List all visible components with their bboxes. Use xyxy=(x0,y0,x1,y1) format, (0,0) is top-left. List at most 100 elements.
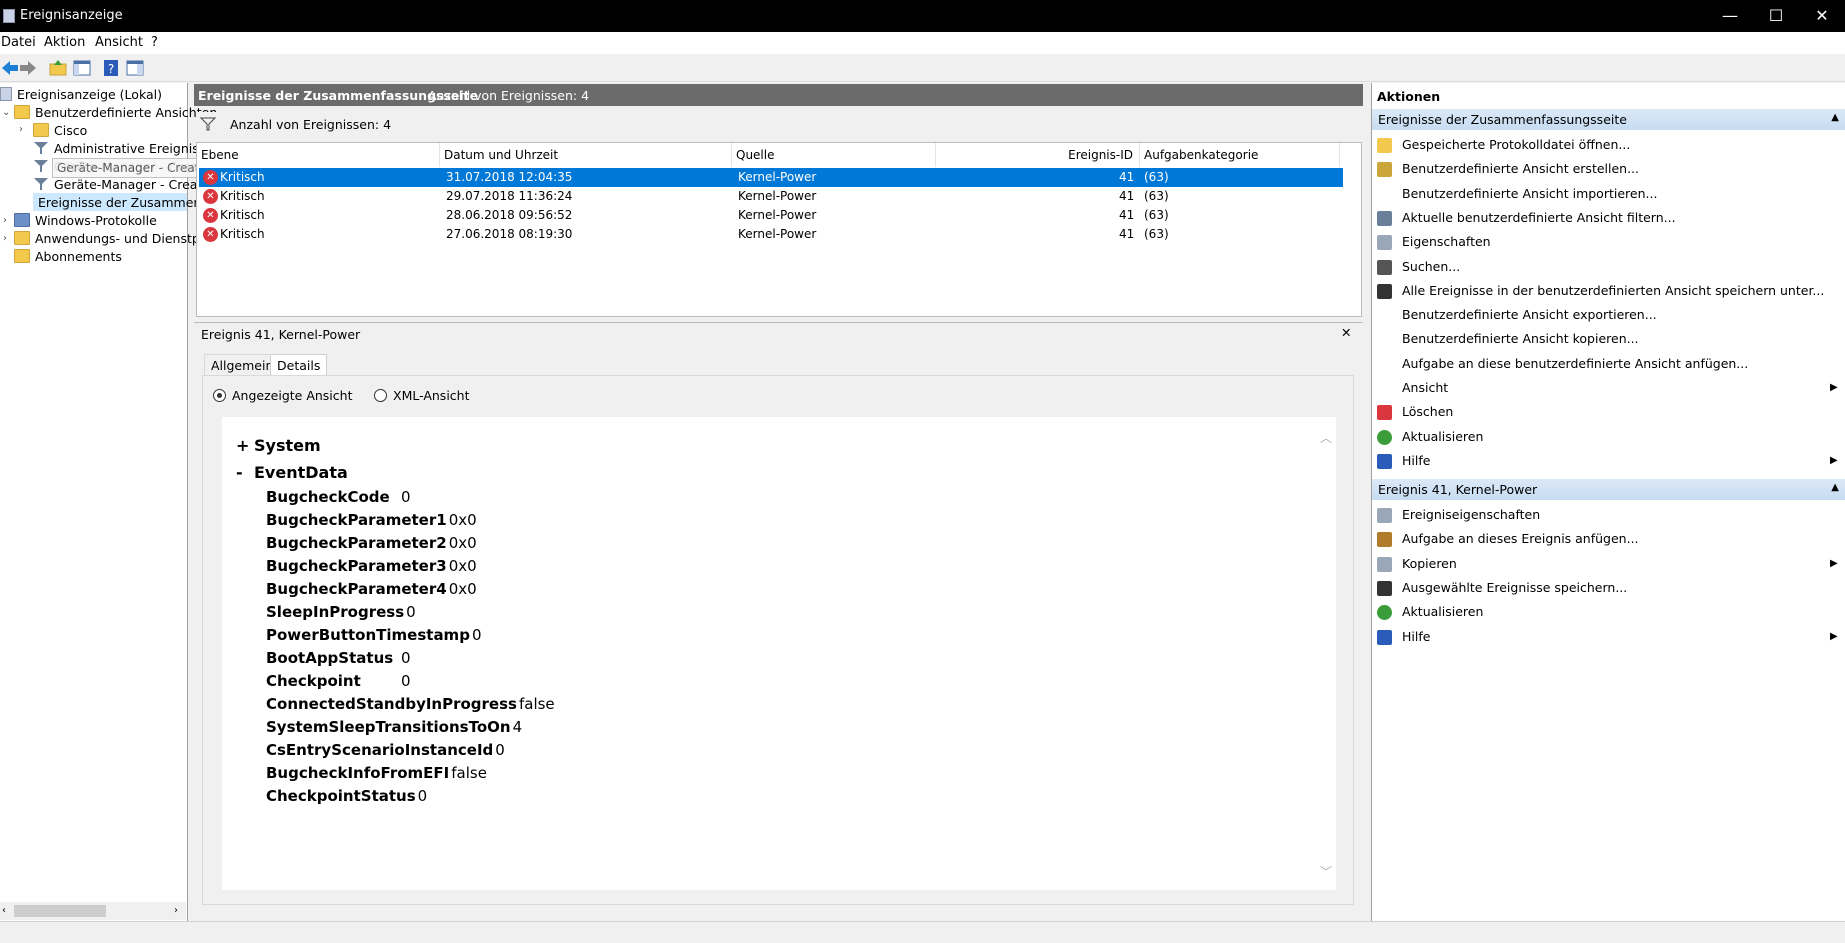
action-item[interactable]: Aktualisieren xyxy=(1402,604,1483,619)
action-item[interactable]: Ereigniseigenschaften xyxy=(1402,507,1540,522)
table-row[interactable]: ✕ Kritisch 28.06.2018 09:56:52 Kernel-Po… xyxy=(199,206,1343,225)
folder-open-icon xyxy=(1377,138,1392,153)
table-row[interactable]: ✕ Kritisch 31.07.2018 12:04:35 Kernel-Po… xyxy=(199,168,1343,187)
expand-chevron-icon[interactable]: › xyxy=(19,124,23,135)
back-icon[interactable] xyxy=(0,58,20,78)
action-item[interactable]: Aufgabe an dieses Ereignis anfügen... xyxy=(1402,531,1639,546)
action-item[interactable]: Ansicht xyxy=(1402,380,1448,395)
tree-item-summary-events[interactable]: Ereignisse der Zusammenfassungsseite xyxy=(33,193,287,211)
tree-item-cisco[interactable]: Cisco xyxy=(33,121,87,139)
minimize-button[interactable]: — xyxy=(1707,0,1753,32)
action-item[interactable]: Eigenschaften xyxy=(1402,234,1491,249)
action-item[interactable]: Aktuelle benutzerdefinierte Ansicht filt… xyxy=(1402,210,1676,225)
cell-event-id: 41 xyxy=(1119,170,1135,184)
table-row[interactable]: ✕ Kritisch 29.07.2018 11:36:24 Kernel-Po… xyxy=(199,187,1343,206)
column-header-source[interactable]: Quelle xyxy=(732,143,936,167)
tree-item-label: Windows-Protokolle xyxy=(35,212,157,228)
scrollbar-thumb[interactable] xyxy=(14,905,106,917)
tab-general[interactable]: Allgemein xyxy=(204,354,281,376)
menu-help[interactable]: ? xyxy=(151,35,158,50)
system-toggle[interactable]: + xyxy=(236,436,249,455)
column-header-event-id[interactable]: Ereignis-ID xyxy=(936,143,1140,167)
show-hide-tree-icon[interactable] xyxy=(72,58,92,78)
cell-source: Kernel-Power xyxy=(738,170,817,184)
tree-item-windows-logs[interactable]: Windows-Protokolle xyxy=(14,211,157,229)
action-item[interactable]: Alle Ereignisse in der benutzerdefiniert… xyxy=(1402,283,1824,298)
action-item[interactable]: Hilfe xyxy=(1402,453,1430,468)
action-item[interactable]: Hilfe xyxy=(1402,629,1430,644)
scroll-left-icon[interactable]: ‹ xyxy=(2,905,6,916)
column-header-category[interactable]: Aufgabenkategorie xyxy=(1140,143,1340,167)
collapse-up-icon[interactable]: ▲ xyxy=(1831,112,1839,123)
field-value: 0x0 xyxy=(448,580,477,598)
actions-group-label: Ereignis 41, Kernel-Power xyxy=(1378,482,1538,497)
collapse-up-icon[interactable]: ▲ xyxy=(1831,482,1839,493)
help-icon[interactable]: ? xyxy=(101,58,121,78)
menu-ansicht[interactable]: Ansicht xyxy=(95,35,143,50)
eventdata-toggle[interactable]: - xyxy=(236,463,243,482)
show-hide-actions-icon[interactable] xyxy=(125,58,145,78)
list-header: Ereignisse der Zusammenfassungsseite Anz… xyxy=(194,84,1363,106)
eventdata-section-label[interactable]: EventData xyxy=(254,463,348,482)
filter-create-icon xyxy=(1377,162,1392,178)
detail-header: Ereignis 41, Kernel-Power ✕ xyxy=(194,323,1363,345)
event-viewer-icon xyxy=(0,87,12,101)
refresh-icon xyxy=(1377,429,1392,445)
column-header-level[interactable]: Ebene xyxy=(197,143,440,167)
action-item[interactable]: Löschen xyxy=(1402,404,1453,419)
folder-up-icon[interactable] xyxy=(48,58,68,78)
actions-group-summary[interactable]: Ereignisse der Zusammenfassungsseite ▲ xyxy=(1372,109,1845,130)
tree-item-admin-events[interactable]: Administrative Ereignisse xyxy=(33,139,213,157)
action-item[interactable]: Gespeicherte Protokolldatei öffnen... xyxy=(1402,137,1630,152)
tab-details[interactable]: Details xyxy=(270,354,328,376)
expand-chevron-icon[interactable]: › xyxy=(3,233,7,244)
field-key: SystemSleepTransitionsToOn xyxy=(266,718,511,736)
maximize-button[interactable]: ☐ xyxy=(1753,0,1799,32)
scroll-right-icon[interactable]: › xyxy=(174,905,178,916)
action-item[interactable]: Aufgabe an diese benutzerdefinierte Ansi… xyxy=(1402,356,1748,371)
cell-date: 27.06.2018 08:19:30 xyxy=(446,227,573,241)
column-header-date[interactable]: Datum und Uhrzeit xyxy=(440,143,732,167)
action-item[interactable]: Aktualisieren xyxy=(1402,429,1483,444)
event-data-field: CheckpointStatus 0 xyxy=(266,787,427,805)
folder-icon xyxy=(14,231,30,245)
menu-datei[interactable]: Datei xyxy=(1,35,36,50)
horizontal-scrollbar[interactable]: ‹ › xyxy=(0,902,186,920)
forward-icon[interactable] xyxy=(18,58,38,78)
action-item[interactable]: Ausgewählte Ereignisse speichern... xyxy=(1402,580,1627,595)
event-data-field: Checkpoint 0 xyxy=(266,672,411,690)
tree-item-subscriptions[interactable]: Abonnements xyxy=(14,247,122,265)
filter-icon xyxy=(34,142,48,154)
radio-friendly-view[interactable]: Angezeigte Ansicht xyxy=(213,388,352,403)
system-section-label[interactable]: System xyxy=(254,436,321,455)
expand-chevron-icon[interactable]: › xyxy=(3,215,7,226)
action-item[interactable]: Suchen... xyxy=(1402,259,1460,274)
menu-aktion[interactable]: Aktion xyxy=(44,35,85,50)
folder-icon xyxy=(33,123,49,137)
action-item[interactable]: Benutzerdefinierte Ansicht importieren..… xyxy=(1402,186,1657,201)
help-icon xyxy=(1377,629,1392,645)
cell-level: Kritisch xyxy=(220,208,265,222)
actions-title: Aktionen xyxy=(1377,89,1441,104)
action-item[interactable]: Kopieren xyxy=(1402,556,1457,571)
action-item[interactable]: Benutzerdefinierte Ansicht kopieren... xyxy=(1402,331,1639,346)
folder-icon xyxy=(14,105,30,119)
field-value: 0 xyxy=(495,741,505,759)
action-item[interactable]: Benutzerdefinierte Ansicht erstellen... xyxy=(1402,161,1639,176)
field-key: BugcheckCode xyxy=(266,488,390,506)
action-item[interactable]: Benutzerdefinierte Ansicht exportieren..… xyxy=(1402,307,1657,322)
actions-group-event[interactable]: Ereignis 41, Kernel-Power ▲ xyxy=(1372,479,1845,500)
cell-source: Kernel-Power xyxy=(738,189,817,203)
tree-item-custom-views[interactable]: Benutzerdefinierte Ansichten xyxy=(14,103,217,121)
table-row[interactable]: ✕ Kritisch 27.06.2018 08:19:30 Kernel-Po… xyxy=(199,225,1343,244)
close-icon[interactable]: ✕ xyxy=(1341,325,1351,340)
collapse-chevron-icon[interactable]: ⌄ xyxy=(2,107,10,118)
scroll-down-icon[interactable]: ﹀ xyxy=(1320,863,1332,880)
cell-date: 31.07.2018 12:04:35 xyxy=(446,170,573,184)
close-window-button[interactable]: ✕ xyxy=(1799,0,1845,32)
field-value: false xyxy=(518,695,555,713)
field-key: BugcheckInfoFromEFI xyxy=(266,764,450,782)
scroll-up-icon[interactable]: ︿ xyxy=(1320,429,1332,446)
radio-xml-view[interactable]: XML-Ansicht xyxy=(374,388,469,403)
tree-item-root[interactable]: Ereignisanzeige (Lokal) xyxy=(0,85,162,103)
